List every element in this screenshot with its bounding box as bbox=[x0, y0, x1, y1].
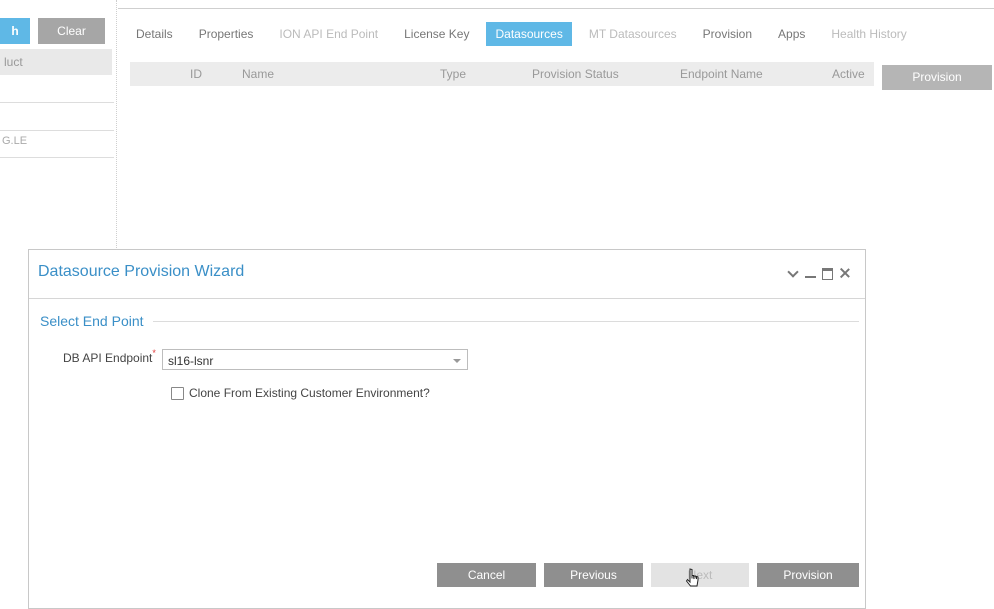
section-title: Select End Point bbox=[40, 313, 148, 329]
tab-health-history[interactable]: Health History bbox=[822, 22, 915, 46]
tab-properties[interactable]: Properties bbox=[190, 22, 263, 46]
clear-button[interactable]: Clear bbox=[38, 18, 105, 44]
column-header-name[interactable]: Name bbox=[242, 62, 274, 86]
dialog-title: Datasource Provision Wizard bbox=[38, 263, 245, 280]
tab-ion-api-end-point[interactable]: ION API End Point bbox=[270, 22, 387, 46]
top-divider bbox=[118, 8, 994, 9]
mouse-pointer-icon bbox=[686, 568, 699, 587]
dialog-header-divider bbox=[29, 298, 865, 299]
chevron-down-icon[interactable] bbox=[787, 266, 800, 280]
tab-bar: Details Properties ION API End Point Lic… bbox=[127, 22, 924, 46]
column-header-provision-status[interactable]: Provision Status bbox=[532, 62, 619, 86]
list-divider bbox=[0, 102, 114, 103]
search-button[interactable]: h bbox=[0, 18, 30, 44]
tab-apps[interactable]: Apps bbox=[769, 22, 814, 46]
tab-provision[interactable]: Provision bbox=[694, 22, 761, 46]
clone-checkbox-label[interactable]: Clone From Existing Customer Environment… bbox=[189, 386, 430, 400]
required-marker: * bbox=[152, 348, 156, 358]
minimize-icon[interactable] bbox=[804, 266, 817, 280]
column-header-active[interactable]: Active bbox=[832, 62, 865, 86]
datasources-table-header: ID Name Type Provision Status Endpoint N… bbox=[130, 62, 874, 86]
column-header-id[interactable]: ID bbox=[190, 62, 202, 86]
tab-datasources[interactable]: Datasources bbox=[486, 22, 572, 46]
provision-wizard-dialog: Datasource Provision Wizard Select End P… bbox=[28, 249, 866, 609]
previous-button[interactable]: Previous bbox=[544, 563, 643, 587]
column-header-endpoint-name[interactable]: Endpoint Name bbox=[680, 62, 763, 86]
list-divider bbox=[0, 157, 114, 158]
provision-button[interactable]: Provision bbox=[882, 65, 992, 90]
cancel-button[interactable]: Cancel bbox=[437, 563, 536, 587]
dropdown-arrow-icon[interactable] bbox=[453, 359, 461, 363]
list-divider bbox=[0, 130, 114, 131]
endpoint-label-text: DB API Endpoint bbox=[63, 351, 153, 365]
left-panel: h Clear luct G.LE bbox=[0, 0, 117, 250]
endpoint-field-label: DB API Endpoint* bbox=[63, 348, 156, 365]
tab-details[interactable]: Details bbox=[127, 22, 182, 46]
dialog-window-controls bbox=[787, 266, 851, 280]
db-api-endpoint-select[interactable]: sl16-lsnr bbox=[162, 349, 468, 370]
maximize-icon[interactable] bbox=[821, 266, 834, 280]
column-header-type[interactable]: Type bbox=[440, 62, 466, 86]
clone-checkbox[interactable] bbox=[171, 387, 184, 400]
product-header: luct bbox=[0, 49, 112, 75]
close-icon[interactable] bbox=[838, 266, 851, 280]
tab-mt-datasources[interactable]: MT Datasources bbox=[580, 22, 686, 46]
list-item[interactable]: G.LE bbox=[2, 135, 27, 147]
section-divider bbox=[153, 321, 859, 322]
select-value: sl16-lsnr bbox=[168, 354, 214, 368]
wizard-provision-button[interactable]: Provision bbox=[757, 563, 859, 587]
tab-license-key[interactable]: License Key bbox=[395, 22, 478, 46]
